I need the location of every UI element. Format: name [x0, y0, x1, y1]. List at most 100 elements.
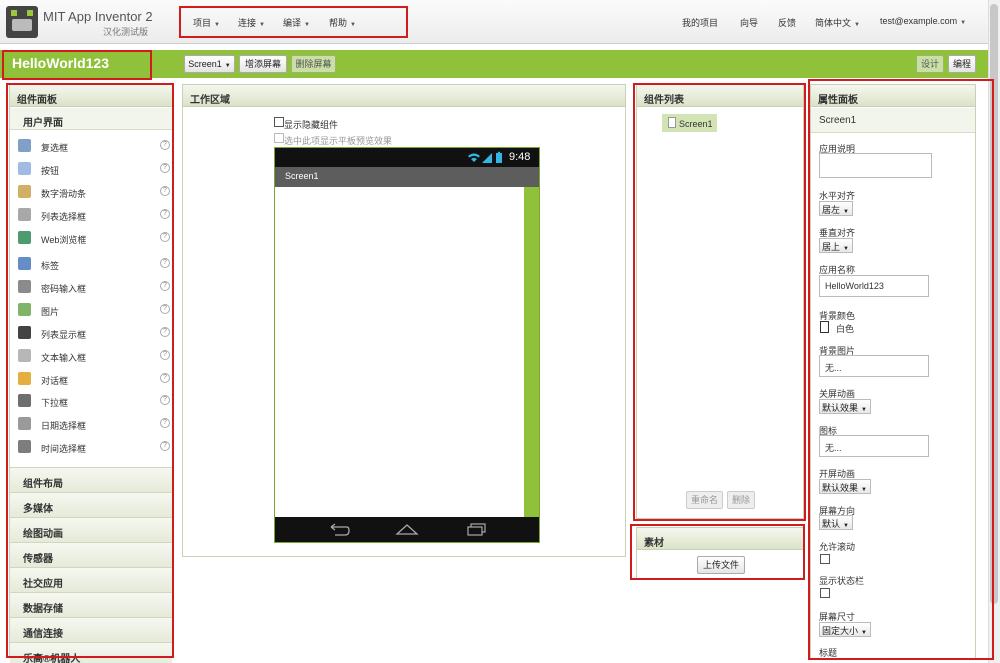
- help-icon[interactable]: ?: [160, 163, 170, 173]
- back-icon: [330, 523, 350, 536]
- upload-file-button[interactable]: 上传文件: [697, 556, 745, 574]
- account-menu[interactable]: test@example.com ▼: [880, 16, 966, 26]
- palette-item[interactable]: 按钮?: [10, 159, 172, 179]
- help-icon[interactable]: ?: [160, 258, 170, 268]
- tablet-preview-checkbox[interactable]: [274, 133, 284, 143]
- palette-item-label: 数字滑动条: [41, 189, 87, 199]
- phone-screen-canvas[interactable]: [275, 187, 524, 517]
- blocks-button[interactable]: 编程: [948, 55, 976, 73]
- component-tree-item-screen1[interactable]: Screen1: [662, 114, 717, 132]
- palette-category[interactable]: 通信连接: [10, 617, 172, 642]
- palette-item[interactable]: 标签?: [10, 254, 172, 274]
- open-animation-dropdown[interactable]: 默认效果 ▼: [819, 479, 871, 494]
- palette-title: 组件面板: [10, 85, 172, 107]
- show-status-bar-checkbox[interactable]: [820, 588, 830, 598]
- help-icon[interactable]: ?: [160, 327, 170, 337]
- palette-category[interactable]: 数据存储: [10, 592, 172, 617]
- menu-project[interactable]: 项目 ▼: [193, 16, 220, 29]
- about-screen-textarea[interactable]: [819, 153, 932, 178]
- scrollable-checkbox[interactable]: [820, 554, 830, 564]
- app-title: MIT App Inventor 2: [43, 9, 153, 24]
- help-icon[interactable]: ?: [160, 209, 170, 219]
- app-name-field[interactable]: HelloWorld123: [819, 275, 929, 297]
- media-title: 素材: [637, 528, 803, 550]
- color-swatch-white[interactable]: [820, 321, 829, 333]
- palette-item[interactable]: 复选框?: [10, 136, 172, 156]
- palette-item[interactable]: 密码输入框?: [10, 277, 172, 297]
- close-animation-dropdown[interactable]: 默认效果 ▼: [819, 399, 871, 414]
- palette-item[interactable]: 图片?: [10, 300, 172, 320]
- chevron-down-icon: ▼: [843, 523, 849, 529]
- palette-item[interactable]: 时间选择框?: [10, 437, 172, 457]
- palette-panel: 组件面板 用户界面 复选框? 按钮? 数字滑动条? 列表选择框? Web浏览框? 标签? 密…: [9, 84, 173, 663]
- palette-item-label: 文本输入框: [41, 353, 87, 363]
- align-horizontal-dropdown[interactable]: 居左 ▼: [819, 201, 853, 216]
- rename-button[interactable]: 重命名: [686, 491, 723, 509]
- palette-category-user-interface[interactable]: 用户界面: [10, 108, 172, 130]
- feedback-link[interactable]: 反馈: [778, 16, 796, 29]
- help-icon[interactable]: ?: [160, 281, 170, 291]
- palette-item[interactable]: 列表显示框?: [10, 323, 172, 343]
- phone-status-bar: 9:48: [275, 148, 539, 167]
- button-icon: [18, 162, 31, 175]
- menu-connect[interactable]: 连接 ▼: [238, 16, 265, 29]
- menu-build[interactable]: 编译 ▼: [283, 16, 310, 29]
- help-icon[interactable]: ?: [160, 186, 170, 196]
- chevron-down-icon: ▼: [350, 22, 356, 28]
- menu-help[interactable]: 帮助 ▼: [329, 16, 356, 29]
- show-hidden-checkbox[interactable]: [274, 117, 284, 127]
- timepicker-icon: [18, 440, 31, 453]
- add-screen-button[interactable]: 增添屏幕: [239, 55, 287, 73]
- app-inventor-logo-icon[interactable]: [6, 6, 38, 38]
- background-image-picker[interactable]: 无...: [819, 355, 929, 377]
- palette-item[interactable]: 日期选择框?: [10, 414, 172, 434]
- help-icon[interactable]: ?: [160, 441, 170, 451]
- my-projects-link[interactable]: 我的项目: [682, 16, 718, 29]
- webviewer-icon: [18, 231, 31, 244]
- listview-icon: [18, 326, 31, 339]
- help-icon[interactable]: ?: [160, 232, 170, 242]
- palette-item[interactable]: 数字滑动条?: [10, 182, 172, 202]
- align-vertical-dropdown[interactable]: 居上 ▼: [819, 238, 853, 253]
- help-icon[interactable]: ?: [160, 140, 170, 150]
- language-menu[interactable]: 简体中文 ▼: [815, 16, 860, 29]
- image-icon: [18, 303, 31, 316]
- palette-category[interactable]: 多媒体: [10, 492, 172, 517]
- phone-navigation-bar: [275, 517, 539, 542]
- phone-title-bar: Screen1: [275, 167, 539, 187]
- background-color-value[interactable]: 白色: [836, 322, 854, 335]
- project-name: HelloWorld123: [12, 55, 109, 71]
- palette-item[interactable]: Web浏览框?: [10, 228, 172, 248]
- label-icon: [18, 257, 31, 270]
- screen-select-dropdown[interactable]: Screen1 ▼: [184, 55, 235, 73]
- title-label: 标题: [819, 648, 838, 658]
- screen-orientation-dropdown[interactable]: 默认 ▼: [819, 515, 853, 530]
- selected-component-name: Screen1: [811, 108, 975, 133]
- palette-item[interactable]: 下拉框?: [10, 391, 172, 411]
- page-scrollbar-thumb[interactable]: [990, 4, 998, 604]
- palette-category[interactable]: 乐高®机器人: [10, 642, 172, 663]
- screen-icon: [668, 117, 676, 128]
- palette-category[interactable]: 传感器: [10, 542, 172, 567]
- help-icon[interactable]: ?: [160, 373, 170, 383]
- palette-category[interactable]: 社交应用: [10, 567, 172, 592]
- delete-button[interactable]: 删除: [727, 491, 755, 509]
- icon-picker[interactable]: 无...: [819, 435, 929, 457]
- remove-screen-button[interactable]: 删除屏幕: [291, 55, 336, 73]
- designer-button[interactable]: 设计: [916, 55, 944, 73]
- home-icon: [395, 524, 419, 535]
- help-icon[interactable]: ?: [160, 350, 170, 360]
- palette-category[interactable]: 组件布局: [10, 467, 172, 492]
- help-icon[interactable]: ?: [160, 304, 170, 314]
- palette-item[interactable]: 对话框?: [10, 369, 172, 389]
- chevron-down-icon: ▼: [854, 22, 860, 28]
- palette-item[interactable]: 列表选择框?: [10, 205, 172, 225]
- sizing-dropdown[interactable]: 固定大小 ▼: [819, 622, 871, 637]
- show-hidden-label: 显示隐藏组件: [284, 120, 339, 130]
- palette-item-label: 下拉框: [41, 398, 69, 408]
- palette-category[interactable]: 绘图动画: [10, 517, 172, 542]
- palette-item[interactable]: 文本输入框?: [10, 346, 172, 366]
- guide-link[interactable]: 向导: [740, 16, 758, 29]
- help-icon[interactable]: ?: [160, 395, 170, 405]
- help-icon[interactable]: ?: [160, 418, 170, 428]
